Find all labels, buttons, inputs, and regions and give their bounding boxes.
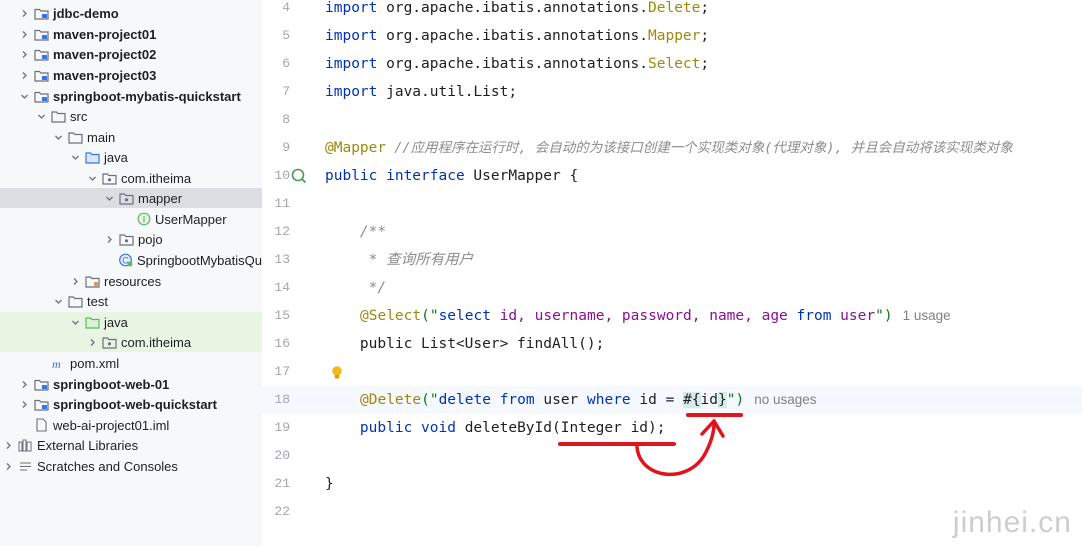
interface-icon: I (136, 212, 151, 226)
red-annotation-arrow (558, 413, 743, 477)
code-editor[interactable]: 4 import org.apache.ibatis.annotations.D… (262, 0, 1082, 546)
tree-item-label: resources (104, 273, 162, 289)
module-icon (34, 89, 49, 103)
tree-item-label: pom.xml (70, 355, 120, 371)
module-icon (34, 47, 49, 61)
tree-item-label: maven-project03 (53, 67, 157, 83)
tree-item-label: External Libraries (37, 437, 139, 453)
tree-item-springboot-web-01[interactable]: springboot-web-01 (0, 374, 262, 394)
tree-item-label: UserMapper (155, 211, 227, 227)
chevron-right-icon[interactable] (86, 336, 98, 348)
module-icon (34, 397, 49, 411)
chevron-right-icon[interactable] (69, 275, 81, 287)
tree-item-iml[interactable]: web-ai-project01.iml (0, 415, 262, 435)
module-icon (34, 6, 49, 20)
chevron-right-icon[interactable] (2, 460, 14, 472)
package-icon (102, 335, 117, 349)
tree-item-springboot-mybatis-quickstart[interactable]: springboot-mybatis-quickstart (0, 86, 262, 106)
tree-item-test-com-itheima[interactable]: com.itheima (0, 332, 262, 352)
folder-icon (68, 130, 83, 144)
resources-folder-icon (85, 274, 100, 288)
tree-item-label: main (87, 129, 116, 145)
folder-icon (51, 109, 66, 123)
tree-item-label: maven-project02 (53, 46, 157, 62)
chevron-down-icon[interactable] (18, 90, 30, 102)
svg-text:I: I (142, 214, 145, 224)
library-icon (18, 438, 33, 452)
project-tree-panel: jdbc-demo maven-project01 maven-project02 m… (0, 0, 262, 546)
tree-item-label: java (104, 314, 128, 330)
svg-text:m: m (52, 357, 61, 370)
module-icon (34, 68, 49, 82)
tree-item-label: pojo (138, 231, 163, 247)
tree-item-test[interactable]: test (0, 291, 262, 311)
package-icon (102, 171, 117, 185)
tree-item-mapper[interactable]: mapper (0, 188, 262, 208)
tree-item-java[interactable]: java (0, 147, 262, 167)
tree-item-maven-project02[interactable]: maven-project02 (0, 44, 262, 64)
chevron-right-icon[interactable] (18, 69, 30, 81)
tree-item-main[interactable]: main (0, 127, 262, 147)
chevron-down-icon[interactable] (52, 131, 64, 143)
tree-item-label: Scratches and Consoles (37, 458, 178, 474)
package-icon (119, 191, 134, 205)
chevron-right-icon[interactable] (18, 28, 30, 40)
tree-item-label: com.itheima (121, 170, 192, 186)
tree-item-label: src (70, 108, 88, 124)
chevron-right-icon[interactable] (2, 439, 14, 451)
tree-item-pojo[interactable]: pojo (0, 229, 262, 249)
spring-boot-class-icon: C (118, 253, 133, 267)
tree-item-label: jdbc-demo (53, 5, 119, 21)
tree-item-springboot-app[interactable]: C SpringbootMybatisQu (0, 250, 262, 270)
tree-item-label: springboot-web-01 (53, 376, 170, 392)
chevron-down-icon[interactable] (69, 151, 81, 163)
tree-item-resources[interactable]: resources (0, 271, 262, 291)
chevron-down-icon[interactable] (103, 192, 115, 204)
tree-item-com-itheima[interactable]: com.itheima (0, 168, 262, 188)
tree-item-label: java (104, 149, 128, 165)
folder-icon (68, 294, 83, 308)
chevron-right-icon[interactable] (18, 7, 30, 19)
module-icon (34, 377, 49, 391)
tree-item-usermapper[interactable]: I UserMapper (0, 209, 262, 229)
tree-item-label: springboot-mybatis-quickstart (53, 88, 241, 104)
tree-item-label: test (87, 293, 108, 309)
tree-item-label: web-ai-project01.iml (53, 417, 170, 433)
scratches-icon (18, 459, 33, 473)
package-icon (119, 232, 134, 246)
test-folder-icon (85, 315, 100, 329)
chevron-right-icon[interactable] (18, 398, 30, 410)
tree-item-label: springboot-web-quickstart (53, 396, 217, 412)
tree-item-label: com.itheima (121, 334, 192, 350)
tree-item-jdbc-demo[interactable]: jdbc-demo (0, 3, 262, 23)
tree-item-external-libraries[interactable]: External Libraries (0, 435, 262, 455)
file-icon (34, 418, 49, 432)
tree-item-maven-project03[interactable]: maven-project03 (0, 65, 262, 85)
chevron-down-icon[interactable] (52, 295, 64, 307)
chevron-down-icon[interactable] (69, 316, 81, 328)
chevron-down-icon[interactable] (86, 172, 98, 184)
tree-item-label: maven-project01 (53, 26, 157, 42)
watermark: jinhei.cn (952, 506, 1072, 539)
chevron-down-icon[interactable] (35, 110, 47, 122)
chevron-right-icon[interactable] (18, 378, 30, 390)
tree-item-pom-xml[interactable]: m pom.xml (0, 353, 262, 373)
source-folder-icon (85, 150, 100, 164)
chevron-right-icon[interactable] (18, 48, 30, 60)
tree-item-maven-project01[interactable]: maven-project01 (0, 24, 262, 44)
tree-item-src[interactable]: src (0, 106, 262, 126)
tree-item-label: mapper (138, 190, 183, 206)
module-icon (34, 27, 49, 41)
tree-item-scratches[interactable]: Scratches and Consoles (0, 456, 262, 476)
tree-item-test-java[interactable]: java (0, 312, 262, 332)
maven-icon: m (51, 356, 66, 370)
tree-item-label: SpringbootMybatisQu (136, 252, 262, 268)
chevron-right-icon[interactable] (103, 233, 115, 245)
tree-item-springboot-web-quickstart[interactable]: springboot-web-quickstart (0, 394, 262, 414)
